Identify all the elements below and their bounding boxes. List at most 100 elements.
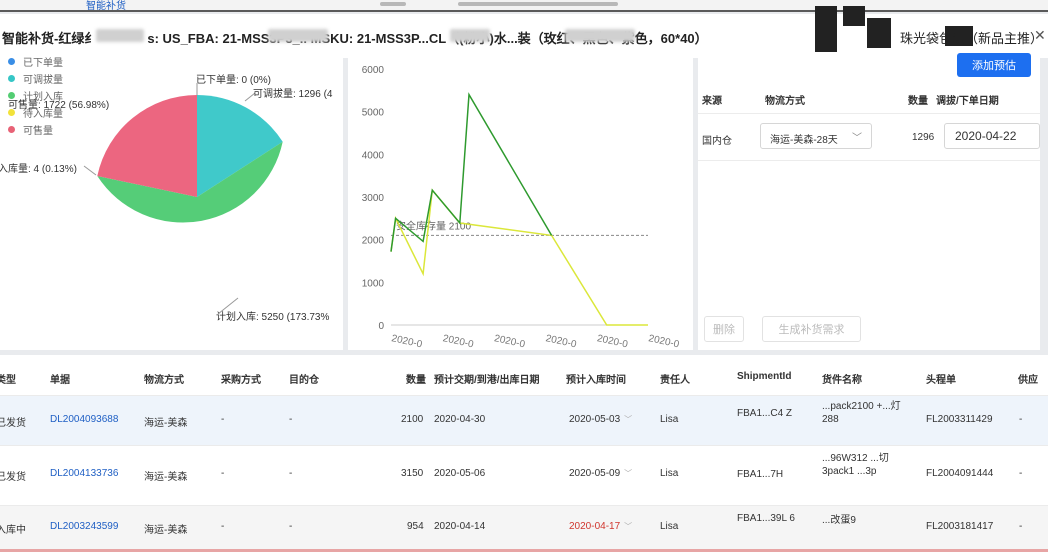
th-type: 类型 bbox=[0, 375, 16, 386]
table-row[interactable]: 已发货 DL2004093688 海运-美森 - - 2100 2020-04-… bbox=[0, 395, 1048, 445]
cell-qty: 2100 bbox=[401, 414, 424, 425]
th-shipment: ShipmentId bbox=[737, 371, 792, 382]
redaction-block bbox=[815, 6, 837, 52]
th-purchase: 采购方式 bbox=[221, 375, 261, 386]
cell-dest: - bbox=[289, 521, 293, 532]
x-tick-label: 2020-0 bbox=[545, 333, 578, 350]
generate-demand-button[interactable]: 生成补货需求 bbox=[762, 316, 861, 342]
cell-owner: Lisa bbox=[660, 468, 679, 479]
th-doc: 单据 bbox=[50, 375, 70, 386]
dialog-title-bar: 智能补货-红绿纟 s: US_FBA: 21-MSS3P3_.. MSKU: 21… bbox=[0, 6, 1048, 58]
chevron-down-icon: ﹀ bbox=[852, 133, 862, 144]
drag-handle bbox=[380, 2, 406, 6]
line-chart-panel: 6000 5000 4000 3000 2000 1000 0 2020-0 2020-0 202… bbox=[348, 58, 693, 350]
logistics-select[interactable]: 海运-美森-28天 ﹀ bbox=[760, 123, 872, 149]
pie-label-sellable: 可售量: 1722 (56.98%) bbox=[8, 100, 110, 111]
cell-purchase: - bbox=[221, 521, 225, 532]
redacted-text bbox=[268, 29, 328, 42]
th-headship: 头程单 bbox=[926, 375, 956, 386]
cell-eta: 2020-04-30 bbox=[434, 414, 486, 425]
cell-qty: 954 bbox=[407, 521, 424, 532]
close-icon[interactable]: ✕ bbox=[1034, 27, 1046, 44]
cell-headship: FL2003311429 bbox=[926, 414, 993, 425]
cell-type: 入库中 bbox=[0, 525, 26, 536]
cell-logistics: 海运-美森 bbox=[144, 418, 188, 429]
inventory-series-line-1 bbox=[390, 188, 648, 326]
cell-purchase: - bbox=[221, 414, 225, 425]
cell-shipment: FBA1...C4 Z bbox=[737, 408, 793, 419]
inbound-table: 类型 单据 物流方式 采购方式 目的仓 数量 预计交期/到港/出库日期 预计入库… bbox=[0, 355, 1048, 552]
col-source: 来源 bbox=[702, 96, 722, 107]
th-owner: 责任人 bbox=[660, 375, 690, 386]
y-tick-label: 2000 bbox=[362, 236, 385, 247]
top-tab-strip: ... 智能补货 bbox=[0, 0, 1048, 12]
x-tick-label: 2020-0 bbox=[493, 333, 526, 350]
cell-owner: Lisa bbox=[660, 521, 679, 532]
cell-supplier: - bbox=[1019, 414, 1023, 425]
x-tick-label: 2020-0 bbox=[647, 333, 680, 350]
line-chart: 6000 5000 4000 3000 2000 1000 0 2020-0 2020-0 202… bbox=[362, 65, 681, 350]
source-row: 国内仓 海运-美森-28天 ﹀ 1296 2020-04-22 bbox=[698, 113, 1040, 161]
tab-smart-replenish[interactable]: 智能补货 bbox=[86, 0, 126, 10]
qty-cell: 1296 bbox=[912, 132, 935, 143]
redacted-text bbox=[96, 29, 144, 42]
th-dest: 目的仓 bbox=[289, 375, 319, 386]
chevron-down-icon: ﹀ bbox=[624, 522, 633, 531]
th-qty: 数量 bbox=[406, 375, 426, 386]
cell-name: ...改蛋9 bbox=[822, 515, 856, 526]
cell-dest: - bbox=[289, 414, 293, 425]
redaction-block bbox=[867, 18, 891, 48]
cell-headship: FL2004091444 bbox=[926, 468, 994, 479]
redaction-block bbox=[843, 6, 865, 26]
doc-link[interactable]: DL2004093688 bbox=[50, 414, 118, 425]
dialog-title-suffix: 珠光袋包装（新品主推） bbox=[900, 31, 1044, 46]
cell-logistics: 海运-美森 bbox=[144, 525, 188, 536]
cell-logistics: 海运-美森 bbox=[144, 472, 188, 483]
redacted-text bbox=[450, 29, 490, 42]
cell-name: ...96W312 ...切3pack1 ...3p bbox=[822, 453, 889, 477]
cell-shipment: FBA1...39L 6 bbox=[737, 513, 795, 524]
cell-dest: - bbox=[289, 468, 293, 479]
y-tick-label: 4000 bbox=[362, 150, 385, 161]
cell-eta: 2020-04-14 bbox=[434, 521, 486, 532]
y-tick-label: 3000 bbox=[362, 193, 385, 204]
pie-label-transferable: 可调拔量: 1296 (4 bbox=[253, 89, 333, 100]
source-cell: 国内仓 bbox=[702, 136, 732, 147]
pie-label-inbound: 入库量: 4 (0.13%) bbox=[0, 164, 77, 175]
cell-type: 已发货 bbox=[0, 472, 26, 483]
add-estimate-button[interactable]: 添加预估 bbox=[957, 53, 1031, 77]
redacted-text bbox=[565, 29, 635, 42]
y-tick-label: 5000 bbox=[362, 108, 385, 119]
col-logistics: 物流方式 bbox=[765, 96, 805, 107]
x-tick-label: 2020-0 bbox=[390, 333, 423, 350]
th-name: 货件名称 bbox=[822, 375, 862, 386]
chevron-down-icon: ﹀ bbox=[624, 469, 633, 478]
arrival-date-select[interactable]: 2020-05-03 ﹀ bbox=[569, 414, 632, 425]
source-panel: 添加预估 来源 物流方式 数量 调拔/下单日期 国内仓 海运-美森-28天 ﹀ … bbox=[698, 53, 1040, 350]
cell-shipment: FBA1...7H bbox=[737, 469, 784, 480]
cell-name: ...pack2100 +...灯 288 bbox=[822, 401, 901, 425]
th-supplier: 供应 bbox=[1018, 375, 1038, 386]
table-row[interactable]: 已发货 DL2004133736 海运-美森 - - 3150 2020-05-… bbox=[0, 445, 1048, 505]
label-leader bbox=[83, 165, 97, 176]
doc-link[interactable]: DL2003243599 bbox=[50, 521, 118, 532]
arrival-date-select[interactable]: 2020-05-09 ﹀ bbox=[569, 468, 632, 479]
table-row[interactable]: 入库中 DL2003243599 海运-美森 - - 954 2020-04-1… bbox=[0, 505, 1048, 552]
cell-purchase: - bbox=[221, 468, 225, 479]
y-tick-label: 1000 bbox=[362, 278, 385, 289]
y-tick-label: 6000 bbox=[362, 65, 385, 76]
cell-type: 已发货 bbox=[0, 418, 26, 429]
th-logistics: 物流方式 bbox=[144, 375, 184, 386]
x-tick-label: 2020-0 bbox=[596, 333, 629, 350]
x-tick-label: 2020-0 bbox=[442, 333, 475, 350]
col-date: 调拔/下单日期 bbox=[936, 96, 999, 107]
doc-link[interactable]: DL2004133736 bbox=[50, 468, 118, 479]
chevron-down-icon: ﹀ bbox=[624, 415, 633, 424]
y-tick-label: 0 bbox=[378, 321, 384, 332]
col-qty: 数量 bbox=[908, 96, 928, 107]
date-input[interactable]: 2020-04-22 bbox=[944, 123, 1040, 149]
arrival-date-select[interactable]: 2020-04-17 ﹀ bbox=[569, 521, 632, 532]
drag-handle bbox=[458, 2, 618, 6]
cell-owner: Lisa bbox=[660, 414, 679, 425]
delete-button[interactable]: 删除 bbox=[704, 316, 744, 342]
